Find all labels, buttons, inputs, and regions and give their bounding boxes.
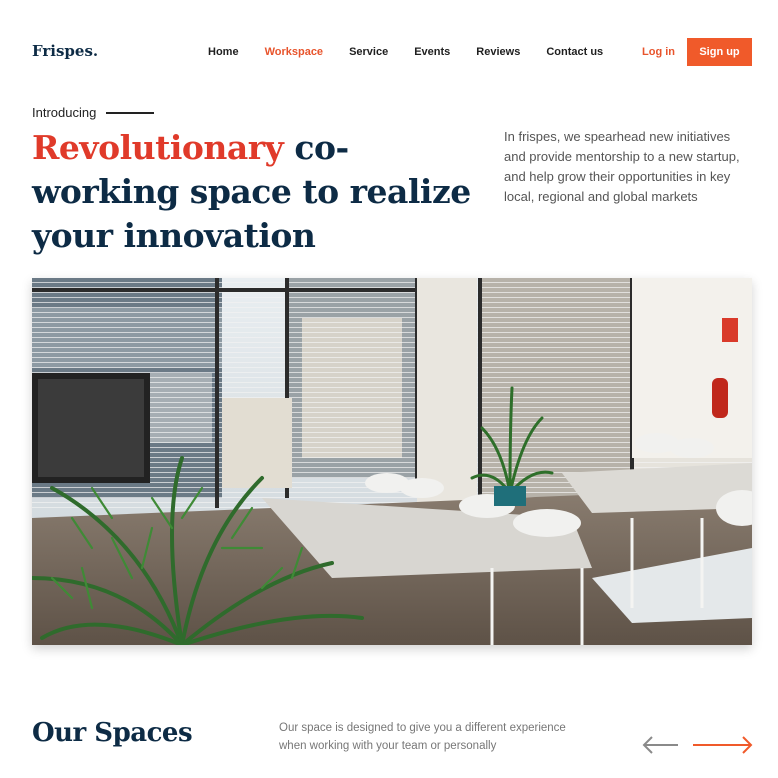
intro-divider [106, 111, 155, 114]
main-nav: Home Workspace Service Events Reviews Co… [208, 46, 603, 58]
nav-item-home[interactable]: Home [208, 46, 239, 58]
brand-logo[interactable]: Frispes. [32, 42, 98, 60]
signup-button[interactable]: Sign up [687, 38, 752, 66]
nav-item-reviews[interactable]: Reviews [476, 46, 520, 58]
hero-image [32, 278, 752, 645]
hero-description: In frispes, we spearhead new initiatives… [504, 129, 740, 204]
nav-item-events[interactable]: Events [414, 46, 450, 58]
login-link[interactable]: Log in [642, 46, 675, 58]
nav-item-service[interactable]: Service [349, 46, 388, 58]
nav-item-contact[interactable]: Contact us [546, 46, 603, 58]
headline-accent: Revolutionary [32, 128, 284, 167]
spaces-description: Our space is designed to give you a diff… [279, 722, 566, 752]
nav-item-workspace[interactable]: Workspace [265, 46, 324, 58]
spaces-title: Our Spaces [32, 718, 193, 748]
arrow-right-icon[interactable] [692, 735, 754, 755]
arrow-left-icon[interactable] [642, 735, 680, 755]
intro-label: Introducing [32, 105, 155, 120]
hero-headline: Revolutionary co-working space to realiz… [32, 126, 492, 258]
intro-text: Introducing [32, 105, 97, 120]
